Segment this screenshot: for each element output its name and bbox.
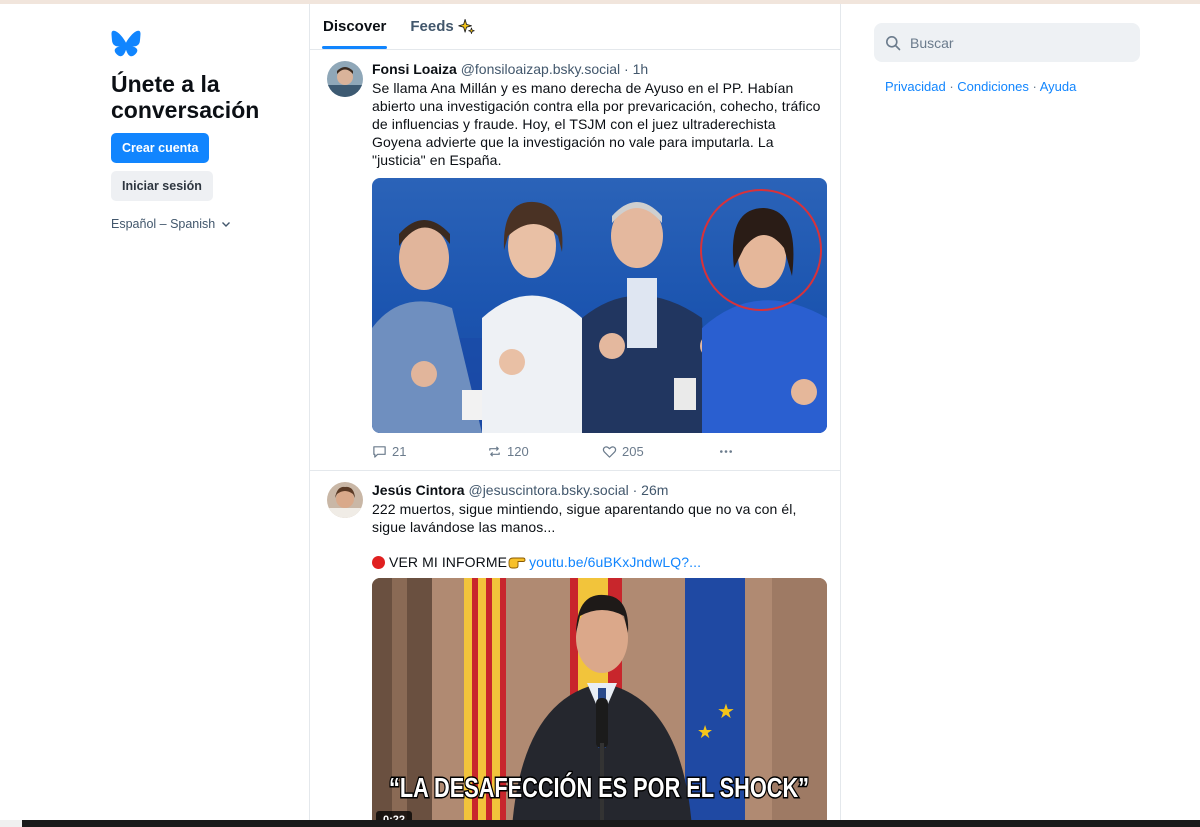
more-options-button[interactable] (717, 444, 735, 459)
like-button[interactable]: 205 (602, 444, 717, 459)
bottom-bar (0, 820, 1200, 827)
video-caption-text: “LA DESAFECCIÓN ES POR EL SHOCK” (389, 772, 809, 803)
terms-link[interactable]: Condiciones (957, 79, 1029, 94)
svg-text:★: ★ (717, 699, 735, 723)
post-cta-line: VER MI INFORME youtu.be/6uBKxJndwLQ?... (372, 553, 827, 571)
search-placeholder: Buscar (910, 34, 954, 51)
more-icon (720, 449, 732, 453)
post-time: · 1h (624, 61, 649, 77)
chevron-down-icon (222, 222, 231, 227)
photo-group-thumbs-up (372, 178, 827, 433)
post-actions: 21 120 205 (372, 442, 827, 460)
heart-icon (602, 445, 617, 458)
cta-text: VER MI INFORME (389, 554, 508, 570)
author-handle[interactable]: @fonsiloaizap.bsky.social (461, 61, 620, 77)
sparkle-icon (458, 18, 475, 34)
language-select[interactable]: Español – Spanish (111, 217, 301, 231)
post-item[interactable]: Jesús Cintora @jesuscintora.bsky.social … (310, 471, 840, 827)
left-sidebar: Únete a la conversación Crear cuenta Ini… (111, 30, 301, 231)
link-separator: · (1032, 79, 1037, 94)
author-name[interactable]: Fonsi Loaiza (372, 61, 457, 77)
red-circle-icon (372, 555, 385, 569)
help-link[interactable]: Ayuda (1040, 79, 1077, 94)
reply-button[interactable]: 21 (372, 444, 487, 459)
tab-feeds-label: Feeds (410, 18, 454, 35)
post-link[interactable]: youtu.be/6uBKxJndwLQ?... (529, 553, 701, 571)
sign-in-button[interactable]: Iniciar sesión (111, 171, 213, 201)
language-label: Español – Spanish (111, 217, 216, 231)
privacy-link[interactable]: Privacidad (885, 79, 946, 94)
repost-count: 120 (507, 443, 529, 459)
main-feed: Discover Feeds Fonsi Loaiza @fonsiloaiza… (309, 4, 841, 827)
svg-text:★: ★ (697, 722, 713, 743)
tab-discover-label: Discover (323, 18, 387, 35)
author-name[interactable]: Jesús Cintora (372, 482, 465, 498)
post-time: · 26m (632, 482, 669, 498)
video-player[interactable]: ★ ★ “LA DESAFECCIÓN ES POR EL SHOCK” 0:2… (372, 578, 827, 827)
tab-discover[interactable]: Discover (321, 4, 388, 49)
avatar[interactable] (327, 482, 363, 518)
video-thumbnail: ★ ★ “LA DESAFECCIÓN ES POR EL SHOCK” 0:2… (372, 578, 827, 827)
reply-count: 21 (392, 443, 407, 459)
create-account-button[interactable]: Crear cuenta (111, 133, 210, 163)
repost-button[interactable]: 120 (487, 444, 602, 459)
like-count: 205 (622, 443, 644, 459)
repost-icon (489, 445, 500, 457)
post-text: 222 muertos, sigue mintiendo, sigue apar… (372, 501, 797, 535)
post-header: Jesús Cintora @jesuscintora.bsky.social … (372, 481, 827, 499)
right-sidebar: Buscar Privacidad · Condiciones · Ayuda (874, 23, 1140, 94)
butterfly-logo-icon[interactable] (111, 30, 141, 57)
search-input[interactable]: Buscar (874, 23, 1140, 62)
feed-tabs: Discover Feeds (310, 4, 840, 50)
pointing-hand-icon (508, 557, 526, 569)
tab-feeds[interactable]: Feeds (410, 4, 475, 49)
link-separator: · (949, 79, 954, 94)
footer-links: Privacidad · Condiciones · Ayuda (874, 79, 1140, 94)
author-handle[interactable]: @jesuscintora.bsky.social (468, 482, 628, 498)
avatar[interactable] (327, 61, 363, 97)
reply-icon (373, 445, 386, 458)
post-image[interactable] (372, 178, 827, 433)
search-icon (886, 35, 901, 50)
post-header: Fonsi Loaiza @fonsiloaizap.bsky.social ·… (372, 60, 827, 78)
tagline-heading: Únete a la conversación (111, 71, 260, 123)
post-text: Se llama Ana Millán y es mano derecha de… (372, 80, 821, 168)
post-item[interactable]: Fonsi Loaiza @fonsiloaizap.bsky.social ·… (310, 50, 840, 471)
